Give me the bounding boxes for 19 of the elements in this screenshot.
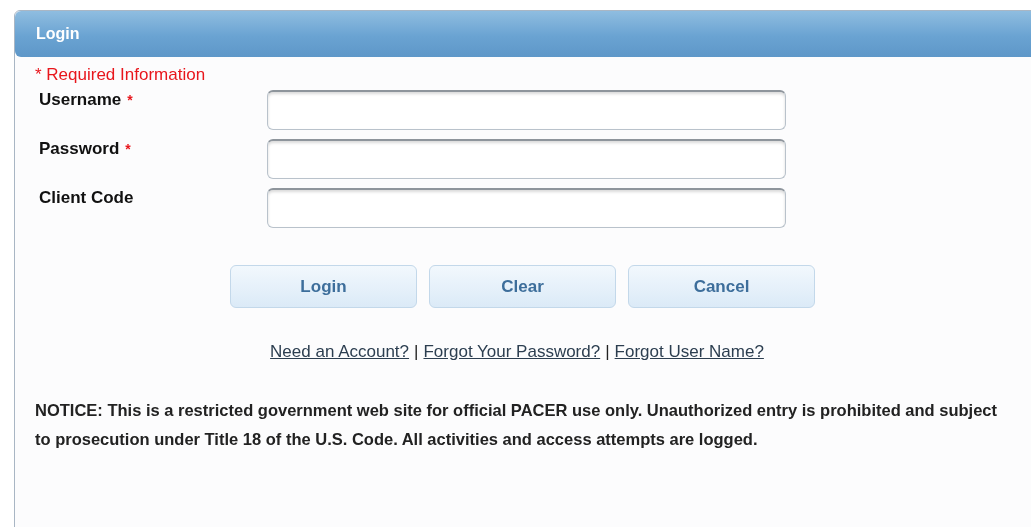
link-separator: | (414, 342, 419, 362)
text-field[interactable] (267, 90, 786, 130)
text-field[interactable] (267, 139, 786, 179)
help-link[interactable]: Forgot User Name? (614, 342, 764, 362)
field-label: Client Code (39, 188, 134, 208)
required-marker: * (127, 91, 133, 110)
required-note: * Required Information (35, 65, 207, 86)
link-separator: | (605, 342, 610, 362)
panel-title: Login (36, 25, 80, 43)
help-link[interactable]: Need an Account? (270, 342, 410, 362)
notice-text: NOTICE: This is a restricted government web site for official PACER use only. Unauthorized entry is prohibited and subject to prosecution under Title 18 of the U.S. Code. All activities and access attempts are logged. (35, 400, 999, 450)
required-marker: * (125, 140, 131, 159)
field-label: Username (39, 90, 122, 110)
text-field[interactable] (267, 188, 786, 228)
form-button[interactable]: Cancel (628, 265, 815, 308)
field-label: Password (39, 139, 120, 159)
form-button[interactable]: Clear (429, 265, 616, 308)
form-button[interactable]: Login (230, 265, 417, 308)
help-link[interactable]: Forgot Your Password? (423, 342, 601, 362)
